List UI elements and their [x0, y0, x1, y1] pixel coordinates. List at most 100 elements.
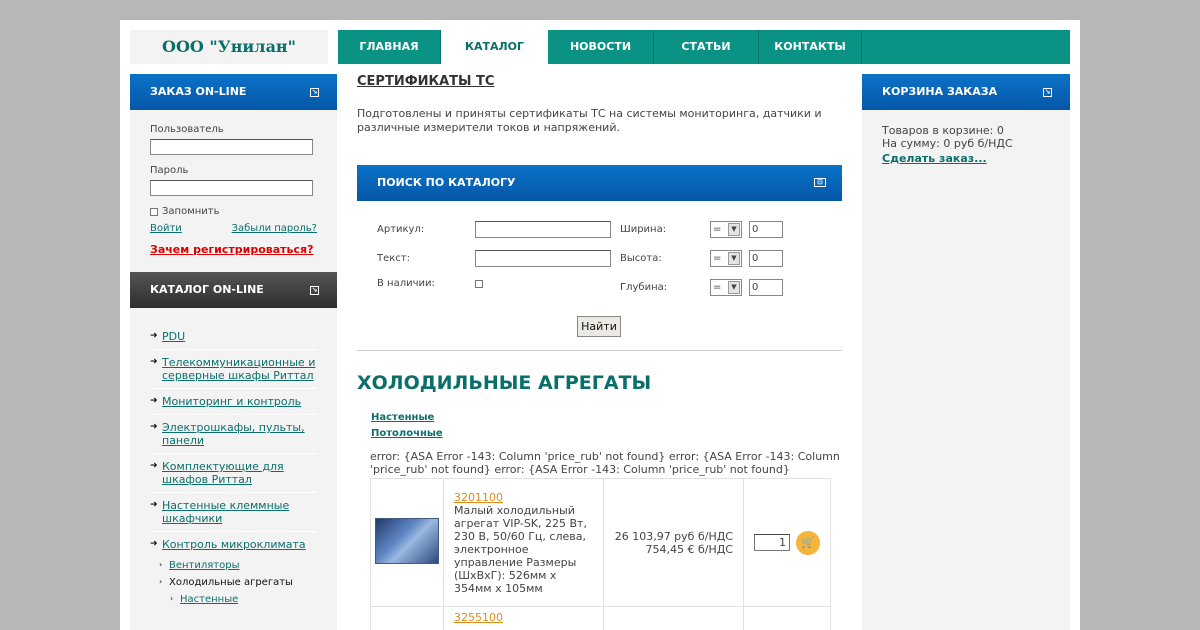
- collapse-icon[interactable]: ⊟: [814, 178, 826, 187]
- chevron-right-icon: ›: [159, 577, 163, 586]
- user-label: Пользователь: [150, 124, 224, 135]
- search-form: Артикул: Текст: В наличии: Ширина: = ▼ 0 …: [357, 201, 842, 351]
- catalog-sub-sub-link[interactable]: Настенные: [180, 594, 238, 605]
- catalog-sub-link[interactable]: Вентиляторы: [169, 560, 239, 571]
- quantity-input[interactable]: 1: [754, 534, 790, 551]
- catalog-list: ➜ PDU ➜ Телекоммуникационные и серверные ш…: [130, 308, 337, 608]
- product-code-link[interactable]: 3201100: [454, 491, 503, 504]
- product-qty-cell: 1 🛒: [743, 478, 831, 607]
- stock-label: В наличии:: [377, 278, 435, 289]
- error-message: error: {ASA Error -143: Column 'price_ru…: [370, 450, 840, 476]
- list-item: › Холодильные агрегаты: [150, 574, 317, 591]
- nav-item-catalog[interactable]: КАТАЛОГ: [441, 30, 548, 64]
- catalog-link[interactable]: Настенные клеммные шкафчики: [162, 499, 317, 525]
- why-register-link[interactable]: Зачем регистрироваться?: [150, 243, 317, 256]
- main-content: СЕРТИФИКАТЫ ТС Подготовлены и приняты се…: [357, 74, 842, 630]
- remember-checkbox[interactable]: [150, 207, 158, 216]
- cart-sum: На сумму: 0 руб б/НДС: [882, 137, 1013, 150]
- product-price-cell: 26 103,97 руб б/НДС 754,45 € б/НДС: [603, 478, 744, 607]
- height-label: Высота:: [620, 253, 662, 264]
- list-item: › Настенные: [150, 591, 317, 608]
- subcategory-link-wall[interactable]: Настенные: [371, 410, 842, 426]
- list-item: ➜ Контроль микроклимата: [150, 532, 317, 557]
- divider: [357, 350, 842, 351]
- list-item: ➜ Комплектующие для шкафов Риттал: [150, 454, 317, 493]
- collapse-icon[interactable]: ↘: [1043, 88, 1052, 97]
- search-title: ПОИСК ПО КАТАЛОГУ: [377, 176, 516, 189]
- cert-title[interactable]: СЕРТИФИКАТЫ ТС: [357, 74, 842, 89]
- catalog-link[interactable]: Комплектующие для шкафов Риттал: [162, 460, 317, 486]
- operator-value: =: [713, 224, 722, 235]
- place-order-link[interactable]: Сделать заказ...: [882, 152, 1050, 165]
- product-price-cell: [603, 606, 744, 630]
- remember-row: Запомнить: [150, 206, 317, 217]
- login-links: Войти Забыли пароль?: [150, 223, 317, 234]
- remember-label: Запомнить: [162, 206, 220, 217]
- text-input[interactable]: [475, 250, 611, 267]
- operator-value: =: [713, 253, 722, 264]
- list-item: › Вентиляторы: [150, 557, 317, 574]
- product-qty-cell: [743, 606, 831, 630]
- product-description: Малый холодильный агрегат VIP-SK, 225 Вт…: [454, 503, 587, 595]
- depth-label: Глубина:: [620, 282, 668, 293]
- list-item: ➜ Телекоммуникационные и серверные шкафы …: [150, 350, 317, 389]
- catalog-link[interactable]: Контроль микроклимата: [162, 538, 306, 551]
- catalog-link[interactable]: Телекоммуникационные и серверные шкафы Р…: [162, 356, 317, 382]
- arrow-right-icon: ➜: [150, 331, 158, 341]
- collapse-icon[interactable]: ↘: [310, 286, 319, 295]
- password-label: Пароль: [150, 165, 189, 176]
- logo-text: ООО "Унилан": [162, 37, 296, 56]
- product-desc-cell: 3255100: [443, 606, 604, 630]
- nav-item-articles[interactable]: СТАТЬИ: [654, 30, 759, 64]
- list-item: ➜ Мониторинг и контроль: [150, 389, 317, 415]
- nav-item-home[interactable]: ГЛАВНАЯ: [338, 30, 441, 64]
- depth-operator-select[interactable]: = ▼: [710, 279, 742, 296]
- article-label: Артикул:: [377, 224, 425, 235]
- username-input[interactable]: [150, 139, 313, 155]
- subcategory-link-ceiling[interactable]: Потолочные: [371, 426, 842, 442]
- table-row: 3201100 Малый холодильный агрегат VIP-SK…: [370, 478, 831, 607]
- login-form: Пользователь Пароль Запомнить Войти Забы…: [130, 110, 337, 272]
- right-sidebar: КОРЗИНА ЗАКАЗА ↘ Товаров в корзине: 0 На…: [862, 74, 1070, 630]
- list-item: ➜ Настенные клеммные шкафчики: [150, 493, 317, 532]
- width-operator-select[interactable]: = ▼: [710, 221, 742, 238]
- cart-items-count: Товаров в корзине: 0: [882, 124, 1004, 137]
- list-item: ➜ Электрошкафы, пульты, панели: [150, 415, 317, 454]
- login-link[interactable]: Войти: [150, 223, 182, 234]
- price-rub: 26 103,97 руб б/НДС: [614, 529, 733, 543]
- stock-checkbox[interactable]: [475, 280, 483, 288]
- price-eur: 754,45 € б/НДС: [645, 542, 733, 556]
- arrow-right-icon: ➜: [150, 461, 158, 471]
- catalog-link[interactable]: Электрошкафы, пульты, панели: [162, 421, 317, 447]
- product-image-cell: [370, 478, 444, 607]
- operator-value: =: [713, 282, 722, 293]
- chevron-right-icon: ›: [170, 594, 174, 603]
- chevron-down-icon: ▼: [728, 281, 740, 294]
- height-operator-select[interactable]: = ▼: [710, 250, 742, 267]
- main-nav: ГЛАВНАЯ КАТАЛОГ НОВОСТИ СТАТЬИ КОНТАКТЫ: [338, 30, 1070, 64]
- subcategory-links: Настенные Потолочные: [357, 410, 842, 442]
- product-image[interactable]: [375, 518, 439, 564]
- password-input[interactable]: [150, 180, 313, 196]
- catalog-link[interactable]: PDU: [162, 330, 185, 343]
- depth-input[interactable]: 0: [749, 279, 783, 296]
- catalog-link[interactable]: Мониторинг и контроль: [162, 395, 301, 408]
- chevron-down-icon: ▼: [728, 223, 740, 236]
- find-button[interactable]: Найти: [577, 316, 621, 337]
- product-code-link[interactable]: 3255100: [454, 611, 503, 624]
- cart-info: Товаров в корзине: 0 На сумму: 0 руб б/Н…: [862, 110, 1070, 179]
- nav-item-contacts[interactable]: КОНТАКТЫ: [759, 30, 862, 64]
- width-input[interactable]: 0: [749, 221, 783, 238]
- forgot-password-link[interactable]: Забыли пароль?: [232, 223, 317, 234]
- chevron-down-icon: ▼: [728, 252, 740, 265]
- collapse-icon[interactable]: ↘: [310, 88, 319, 97]
- cart-icon[interactable]: 🛒: [796, 530, 820, 555]
- catalog-box-title: КАТАЛОГ ON-LINE: [150, 283, 264, 296]
- arrow-right-icon: ➜: [150, 539, 158, 549]
- height-input[interactable]: 0: [749, 250, 783, 267]
- cart-box-title: КОРЗИНА ЗАКАЗА: [882, 85, 998, 98]
- logo[interactable]: ООО "Унилан": [130, 30, 328, 64]
- nav-item-news[interactable]: НОВОСТИ: [548, 30, 654, 64]
- article-input[interactable]: [475, 221, 611, 238]
- order-box-title: ЗАКАЗ ON-LINE: [150, 85, 247, 98]
